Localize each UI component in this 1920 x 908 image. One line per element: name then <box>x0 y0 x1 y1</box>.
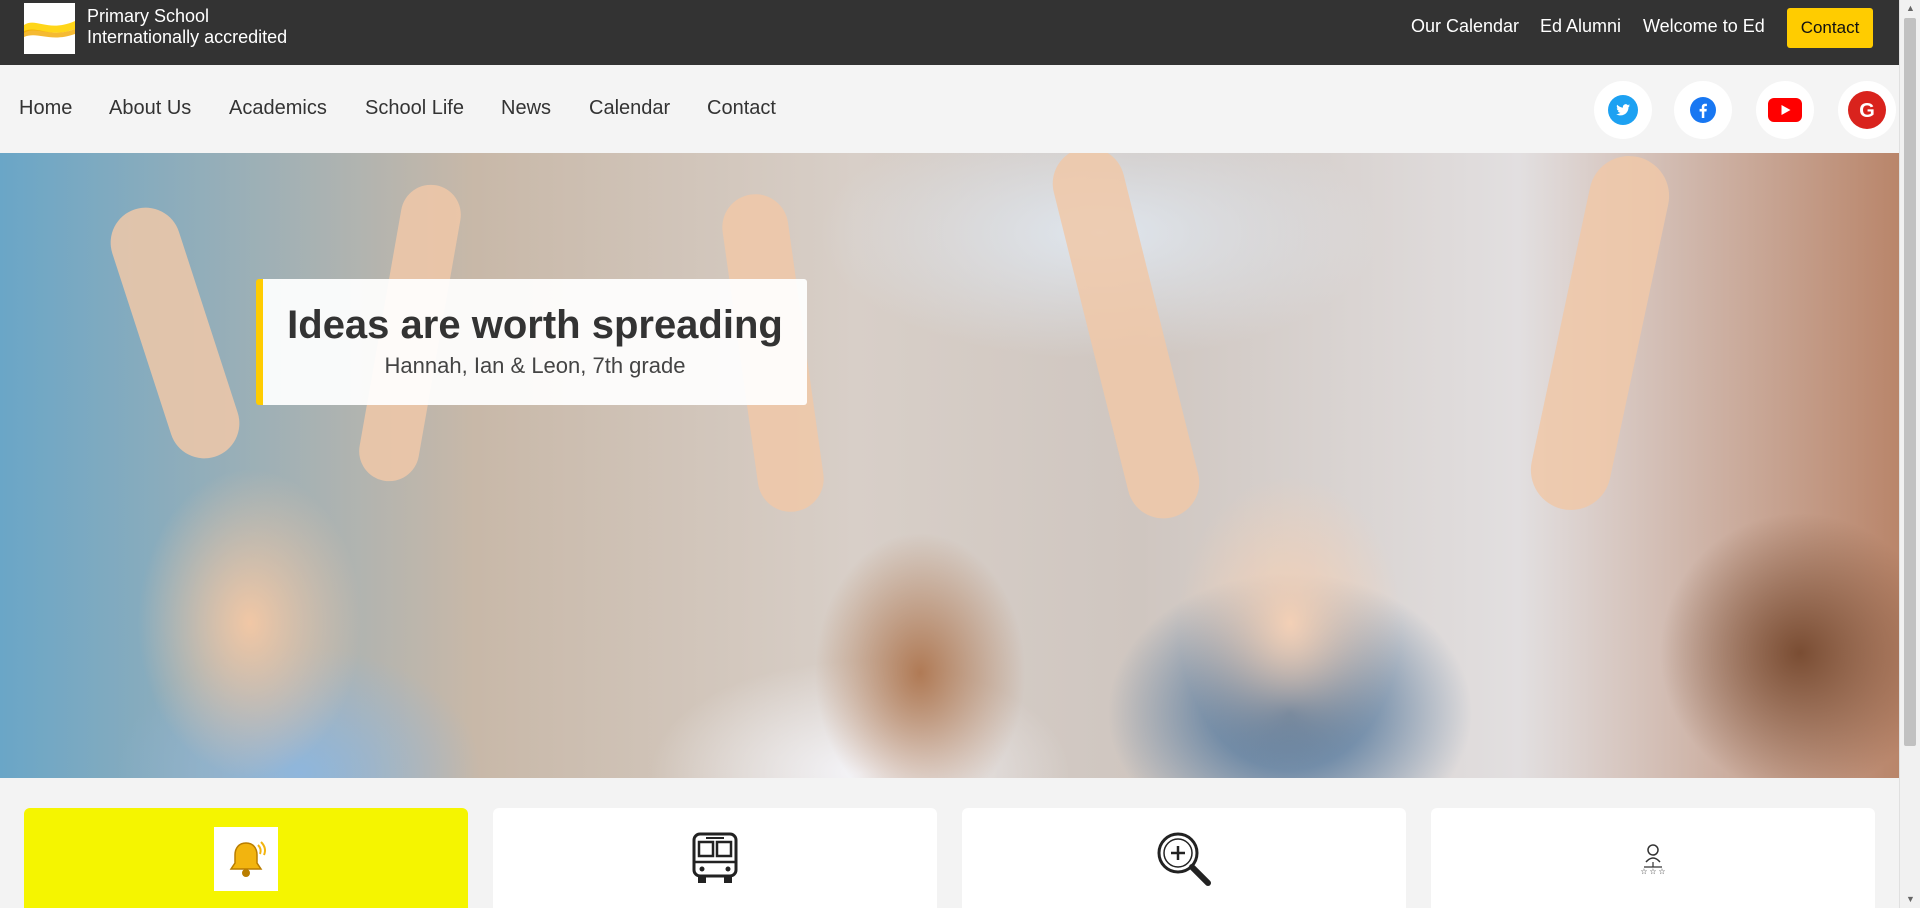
nav-item-calendar[interactable]: Calendar <box>589 97 670 120</box>
nav-item-news[interactable]: News <box>501 97 551 120</box>
nav-item-home[interactable]: Home <box>19 97 72 120</box>
google-button[interactable]: G <box>1838 81 1896 139</box>
brand-name[interactable]: Primary School Internationally accredite… <box>87 6 287 48</box>
hero-quote-box: Ideas are worth spreading Hannah, Ian & … <box>256 279 807 405</box>
svg-text:☆: ☆ <box>1640 867 1647 876</box>
feature-card-transport[interactable] <box>493 808 937 908</box>
bus-icon <box>683 827 747 891</box>
scroll-thumb[interactable] <box>1904 18 1916 746</box>
facebook-button[interactable] <box>1674 81 1732 139</box>
feature-card-announcements[interactable] <box>24 808 468 908</box>
hero-photo-detail <box>1045 153 1207 527</box>
nav-item-about-us[interactable]: About Us <box>109 97 191 120</box>
feature-card-search[interactable] <box>962 808 1406 908</box>
top-link-our-calendar[interactable]: Our Calendar <box>1411 16 1519 37</box>
top-link-ed-alumni[interactable]: Ed Alumni <box>1540 16 1621 37</box>
svg-text:☆: ☆ <box>1658 867 1665 876</box>
main-nav: Home About Us Academics School Life News… <box>0 65 1899 153</box>
youtube-icon <box>1768 98 1802 122</box>
svg-text:☆: ☆ <box>1649 867 1656 876</box>
scroll-up-icon[interactable]: ▲ <box>1900 0 1920 17</box>
contact-button[interactable]: Contact <box>1787 8 1873 48</box>
page-scrollbar[interactable]: ▲ ▼ <box>1899 0 1920 908</box>
hero-title: Ideas are worth spreading <box>287 303 783 347</box>
feature-card-organization[interactable]: ☆ ☆ ☆ <box>1431 808 1875 908</box>
twitter-icon <box>1608 95 1638 125</box>
brand-tagline: Internationally accredited <box>87 27 288 47</box>
magnifier-plus-icon <box>1152 827 1216 891</box>
brand-title: Primary School <box>87 6 210 26</box>
nav-item-contact[interactable]: Contact <box>707 97 776 120</box>
svg-text:G: G <box>1859 100 1875 122</box>
top-link-welcome[interactable]: Welcome to Ed <box>1643 16 1765 37</box>
facebook-icon <box>1690 97 1716 123</box>
youtube-button[interactable] <box>1756 81 1814 139</box>
google-icon: G <box>1848 91 1886 129</box>
nav-item-academics[interactable]: Academics <box>229 97 327 120</box>
bell-icon <box>214 827 278 891</box>
scroll-down-icon[interactable]: ▼ <box>1900 891 1920 908</box>
top-bar: Primary School Internationally accredite… <box>0 0 1899 65</box>
hero-banner: Ideas are worth spreading Hannah, Ian & … <box>0 153 1899 778</box>
org-people-icon: ☆ ☆ ☆ <box>1621 827 1685 891</box>
nav-item-school-life[interactable]: School Life <box>365 97 464 120</box>
school-logo[interactable] <box>24 3 75 54</box>
twitter-button[interactable] <box>1594 81 1652 139</box>
hero-photo-detail <box>101 198 249 468</box>
hero-photo-detail <box>1523 153 1677 518</box>
hero-subtitle: Hannah, Ian & Leon, 7th grade <box>384 353 686 378</box>
